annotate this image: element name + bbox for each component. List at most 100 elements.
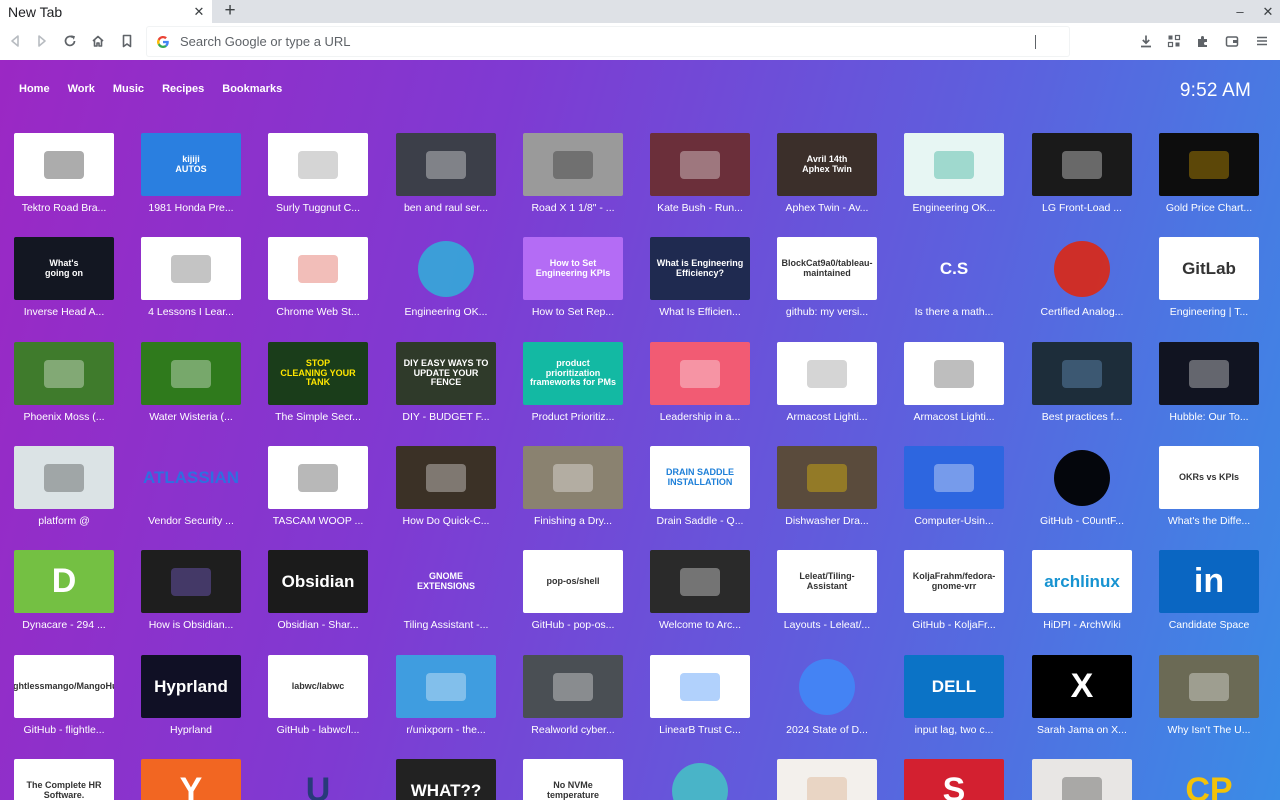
- shortcut-tile[interactable]: X Sarah Jama on X...: [1032, 655, 1132, 736]
- thumbnail-text: ATLASSIAN: [143, 467, 240, 487]
- thumbnail-text: How to Set Engineering KPIs: [535, 258, 611, 278]
- shortcut-tile[interactable]: Certified Analog...: [1032, 237, 1132, 318]
- shortcut-tile[interactable]: Surly Tuggnut C...: [268, 133, 368, 214]
- close-icon[interactable]: ✕: [190, 3, 208, 21]
- shortcut-tile[interactable]: in Candidate Space: [1159, 550, 1259, 631]
- thumbnail-mark: [807, 463, 847, 492]
- shortcut-tile[interactable]: Engineering OK...: [396, 237, 496, 318]
- shortcut-tile[interactable]: OKRs vs KPIs What's the Diffe...: [1159, 446, 1259, 527]
- shortcut-tile[interactable]: C.S Is there a math...: [904, 237, 1004, 318]
- shortcut-tile[interactable]: WHAT??: [396, 759, 496, 800]
- shortcut-tile[interactable]: TASCAM WOOP ...: [268, 446, 368, 527]
- back-icon[interactable]: [3, 29, 27, 53]
- shortcut-tile[interactable]: Road X 1 1/8" - ...: [523, 133, 623, 214]
- thumbnail-mark: [171, 567, 211, 596]
- forward-icon[interactable]: [30, 29, 54, 53]
- shortcut-tile[interactable]: GitLab Engineering | T...: [1159, 237, 1259, 318]
- tab-new-tab[interactable]: New Tab ✕: [0, 0, 212, 23]
- nav-home[interactable]: Home: [19, 83, 50, 95]
- shortcut-tile[interactable]: The Complete HR Software.: [14, 759, 114, 800]
- shortcut-tile[interactable]: No NVMe temperature: [523, 759, 623, 800]
- extensions-icon[interactable]: [1191, 29, 1215, 53]
- shortcut-tile[interactable]: U: [268, 759, 368, 800]
- product-image: [904, 342, 1004, 405]
- new-tab-button[interactable]: +: [220, 0, 240, 21]
- shortcut-tile[interactable]: pop-os/shell GitHub - pop-os...: [523, 550, 623, 631]
- shortcut-tile[interactable]: DELL input lag, two c...: [904, 655, 1004, 736]
- reload-icon[interactable]: [58, 29, 82, 53]
- shortcut-tile[interactable]: Computer-Usin...: [904, 446, 1004, 527]
- shortcut-tile[interactable]: DIY EASY WAYS TO UPDATE YOUR FENCE DIY - …: [396, 342, 496, 423]
- wallet-icon[interactable]: [1220, 29, 1244, 53]
- shortcut-tile[interactable]: Water Wisteria (...: [141, 342, 241, 423]
- shortcut-tile[interactable]: [1032, 759, 1132, 800]
- shortcut-tile[interactable]: Hyprland Hyprland: [141, 655, 241, 736]
- shortcut-tile[interactable]: Armacost Lighti...: [777, 342, 877, 423]
- tile-label: The Simple Secr...: [275, 411, 361, 423]
- shortcut-tile[interactable]: How to Set Engineering KPIs How to Set Re…: [523, 237, 623, 318]
- shortcut-tile[interactable]: Hubble: Our To...: [1159, 342, 1259, 423]
- shortcut-tile[interactable]: kijiji AUTOS 1981 Honda Pre...: [141, 133, 241, 214]
- shortcut-tile[interactable]: [777, 759, 877, 800]
- shortcut-tile[interactable]: Tektro Road Bra...: [14, 133, 114, 214]
- shortcut-tile[interactable]: 4 Lessons I Lear...: [141, 237, 241, 318]
- nav-bookmarks[interactable]: Bookmarks: [222, 83, 282, 95]
- shortcut-tile[interactable]: Armacost Lighti...: [904, 342, 1004, 423]
- screen-capture-icon[interactable]: [1162, 29, 1186, 53]
- shortcut-tile[interactable]: Obsidian Obsidian - Shar...: [268, 550, 368, 631]
- shortcut-tile[interactable]: r/unixporn - the...: [396, 655, 496, 736]
- shortcut-tile[interactable]: Leleat/Tiling-Assistant Layouts - Leleat/…: [777, 550, 877, 631]
- shortcut-tile[interactable]: D Dynacare - 294 ...: [14, 550, 114, 631]
- shortcut-tile[interactable]: Kate Bush - Run...: [650, 133, 750, 214]
- shortcut-tile[interactable]: labwc/labwc GitHub - labwc/l...: [268, 655, 368, 736]
- shortcut-tile[interactable]: What is Engineering Efficiency? What Is E…: [650, 237, 750, 318]
- shortcut-tile[interactable]: Finishing a Dry...: [523, 446, 623, 527]
- shortcut-tile[interactable]: What's going on Inverse Head A...: [14, 237, 114, 318]
- shortcut-tile[interactable]: LinearB Trust C...: [650, 655, 750, 736]
- shortcut-tile[interactable]: Avril 14th Aphex Twin Aphex Twin - Av...: [777, 133, 877, 214]
- omnibox[interactable]: Search Google or type a URL: [147, 27, 1069, 56]
- nav-recipes[interactable]: Recipes: [162, 83, 204, 95]
- shortcut-tile[interactable]: ATLASSIAN Vendor Security ...: [141, 446, 241, 527]
- shortcut-tile[interactable]: Phoenix Moss (...: [14, 342, 114, 423]
- shortcut-tile[interactable]: How Do Quick-C...: [396, 446, 496, 527]
- shortcut-tile[interactable]: Welcome to Arc...: [650, 550, 750, 631]
- shortcut-tile[interactable]: Leadership in a...: [650, 342, 750, 423]
- shortcut-tile[interactable]: GitHub - C0untF...: [1032, 446, 1132, 527]
- shortcut-tile[interactable]: Engineering OK...: [904, 133, 1004, 214]
- shortcut-tile[interactable]: Chrome Web St...: [268, 237, 368, 318]
- shortcut-tile[interactable]: Realworld cyber...: [523, 655, 623, 736]
- shortcut-tile[interactable]: Dishwasher Dra...: [777, 446, 877, 527]
- shortcut-tile[interactable]: 2024 State of D...: [777, 655, 877, 736]
- nav-work[interactable]: Work: [68, 83, 95, 95]
- thumbnail-mark: [1189, 150, 1229, 179]
- shortcut-tile[interactable]: platform @: [14, 446, 114, 527]
- shortcut-tile[interactable]: GNOME EXTENSIONS Tiling Assistant -...: [396, 550, 496, 631]
- shortcut-tile[interactable]: How is Obsidian...: [141, 550, 241, 631]
- thumbnail-mark: [1189, 672, 1229, 701]
- shortcut-tile[interactable]: Why Isn't The U...: [1159, 655, 1259, 736]
- shortcut-tile[interactable]: S: [904, 759, 1004, 800]
- shortcut-tile[interactable]: archlinux HiDPI - ArchWiki: [1032, 550, 1132, 631]
- shortcut-tile[interactable]: BlockCat9a0/tableau-maintained github: my…: [777, 237, 877, 318]
- minimize-icon[interactable]: –: [1228, 0, 1252, 23]
- window-close-icon[interactable]: ✕: [1256, 0, 1280, 23]
- shortcut-tile[interactable]: LG Front-Load ...: [1032, 133, 1132, 214]
- shortcut-tile[interactable]: ben and raul ser...: [396, 133, 496, 214]
- tile-label: Dynacare - 294 ...: [22, 619, 106, 631]
- shortcut-tile[interactable]: flightlessmango/MangoHud GitHub - flightl…: [14, 655, 114, 736]
- shortcut-tile[interactable]: CP: [1159, 759, 1259, 800]
- shortcut-tile[interactable]: [650, 759, 750, 800]
- shortcut-tile[interactable]: STOP CLEANING YOUR TANK The Simple Secr..…: [268, 342, 368, 423]
- menu-icon[interactable]: [1250, 29, 1274, 53]
- shortcut-tile[interactable]: DRAIN SADDLE INSTALLATION Drain Saddle - …: [650, 446, 750, 527]
- shortcut-tile[interactable]: Gold Price Chart...: [1159, 133, 1259, 214]
- home-icon[interactable]: [86, 29, 110, 53]
- shortcut-tile[interactable]: Y: [141, 759, 241, 800]
- shortcut-tile[interactable]: KoljaFrahm/fedora-gnome-vrr GitHub - Kolj…: [904, 550, 1004, 631]
- shortcut-tile[interactable]: product prioritization frameworks for PM…: [523, 342, 623, 423]
- download-icon[interactable]: [1134, 29, 1158, 53]
- bookmark-icon[interactable]: [115, 29, 139, 53]
- shortcut-tile[interactable]: Best practices f...: [1032, 342, 1132, 423]
- nav-music[interactable]: Music: [113, 83, 144, 95]
